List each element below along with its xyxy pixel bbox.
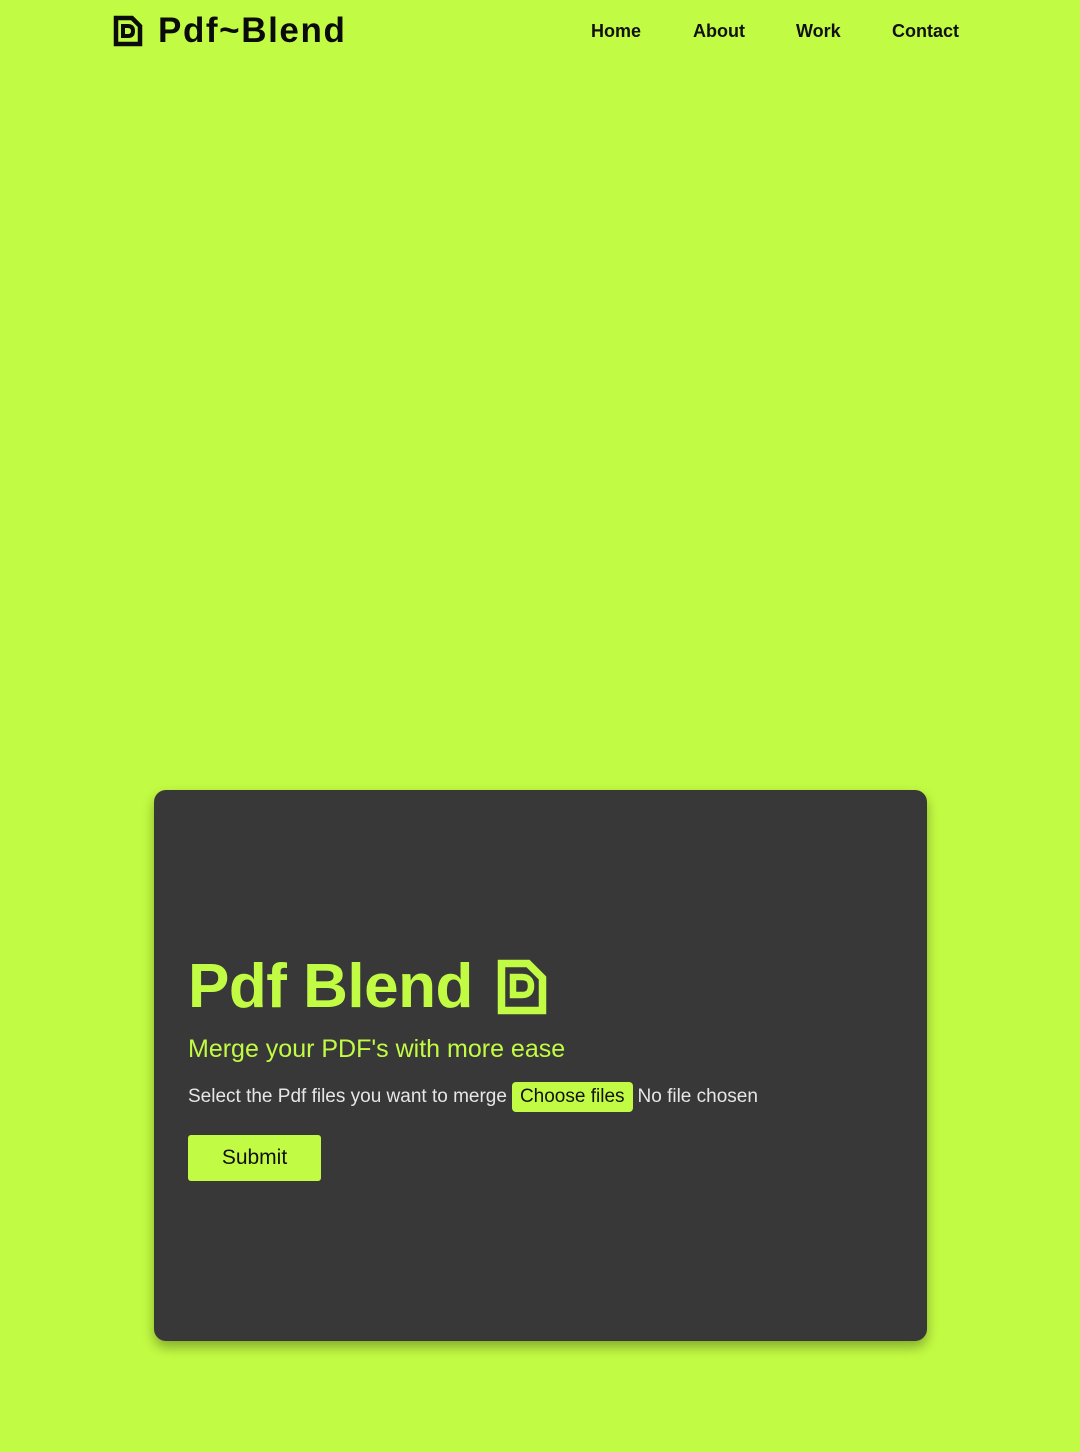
nav-link-contact[interactable]: Contact xyxy=(892,19,959,43)
top-navbar: Pdf~Blend Home About Work Contact xyxy=(0,0,1080,62)
choose-files-button[interactable]: Choose files xyxy=(511,1082,633,1112)
pdf-file-icon xyxy=(113,15,143,47)
brand-logo[interactable]: Pdf~Blend xyxy=(113,12,346,50)
file-input-row: Select the Pdf files you want to merge C… xyxy=(188,1082,758,1112)
nav-link-work[interactable]: Work xyxy=(796,19,841,43)
nav-link-home[interactable]: Home xyxy=(591,19,641,43)
file-status-text: No file chosen xyxy=(637,1086,758,1107)
nav-link-about[interactable]: About xyxy=(693,19,745,43)
brand-name: Pdf~Blend xyxy=(158,11,347,50)
merge-card: Pdf Blend Merge your PDF's with more eas… xyxy=(154,790,927,1341)
pdf-file-icon xyxy=(497,959,547,1015)
file-prompt-label: Select the Pdf files you want to merge xyxy=(188,1086,507,1107)
hero-title: Pdf Blend xyxy=(188,952,547,1022)
hero-subtitle: Merge your PDF's with more ease xyxy=(188,1035,566,1063)
hero-title-text: Pdf Blend xyxy=(188,952,473,1021)
submit-button[interactable]: Submit xyxy=(188,1135,321,1181)
